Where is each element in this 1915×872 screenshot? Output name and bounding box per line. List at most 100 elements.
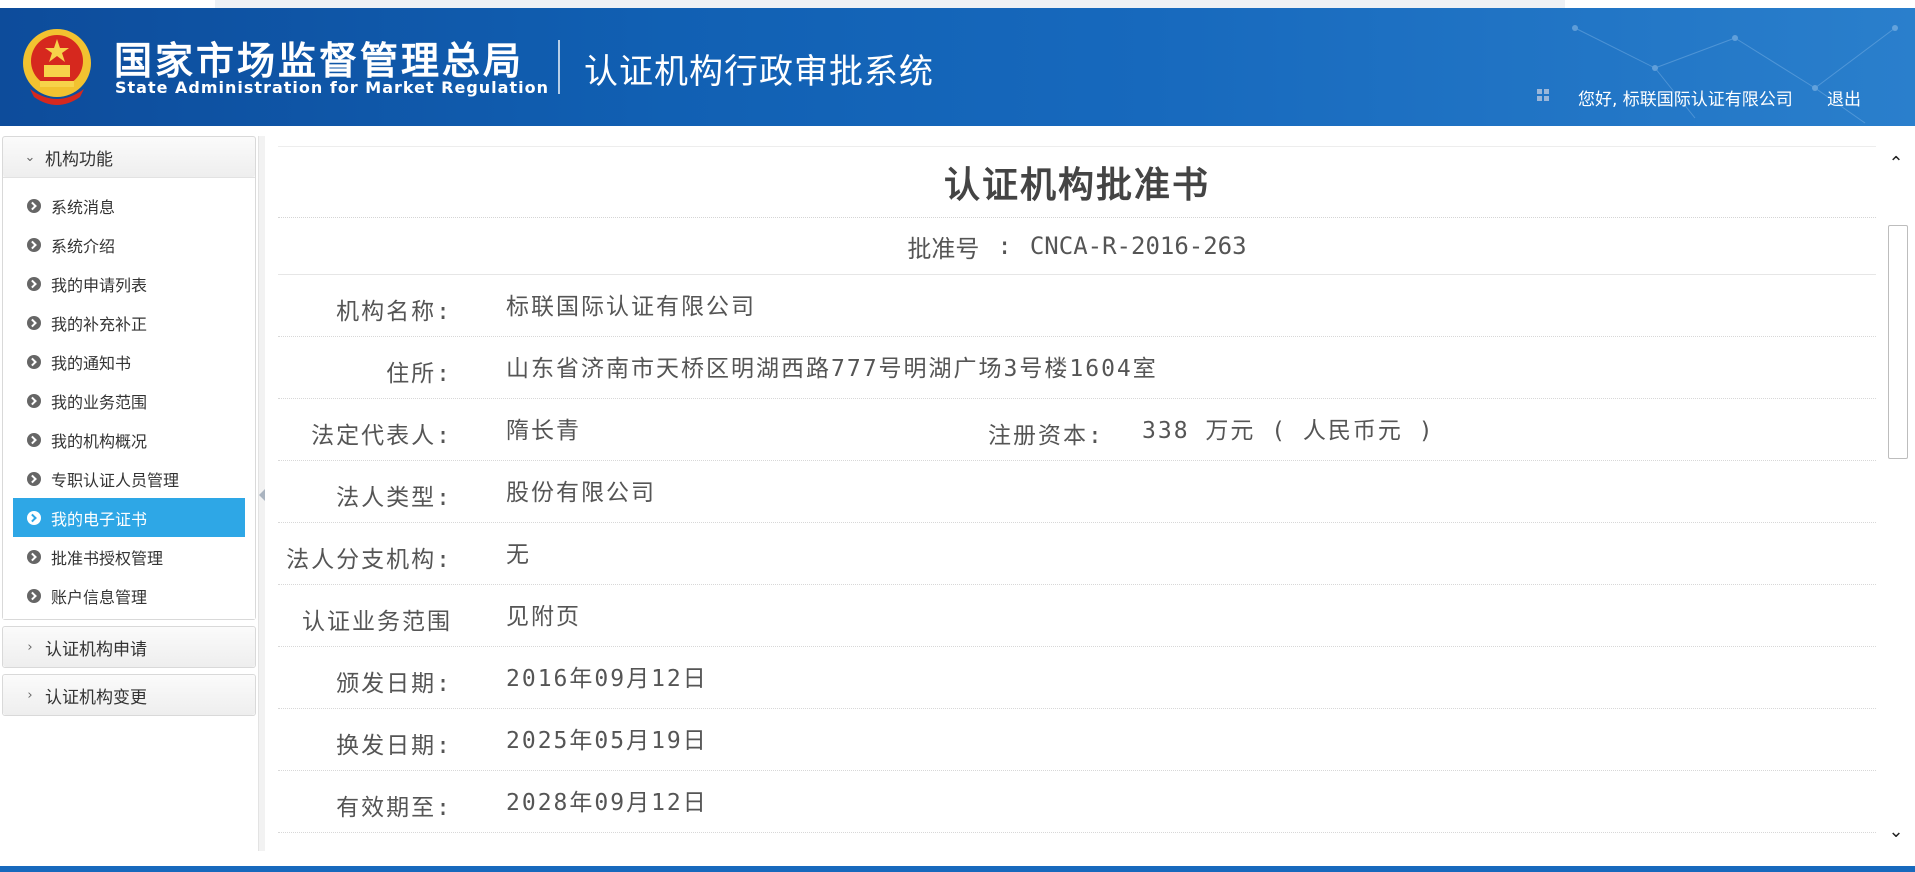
chevron-up-icon: ⌃ — [1888, 152, 1904, 174]
field-value: 股份有限公司 — [506, 480, 656, 506]
field-label: 注册资本: — [988, 423, 1104, 449]
certificate-panel: 认证机构批准书 批准号 : CNCA-R-2016-263 机构名称: 标联国际… — [278, 146, 1876, 856]
sidebar-item-label: 我的通知书 — [51, 353, 132, 373]
field-value: 标联国际认证有限公司 — [506, 294, 756, 320]
sidebar-item-label: 批准书授权管理 — [51, 548, 164, 568]
field-label: 认证业务范围 — [302, 609, 452, 635]
field-row-branches: 法人分支机构: 无 — [278, 523, 1876, 585]
chevron-down-icon: ⌄ — [24, 149, 36, 165]
sidebar-group-institution: ⌄ 机构功能 系统消息 系统介绍 我的申请列表 我的补充补正 我的通知书 我的业… — [2, 136, 256, 620]
arrow-circle-icon — [27, 510, 41, 525]
sidebar-item-label: 我的补充补正 — [51, 314, 148, 334]
sidebar-item-label: 我的业务范围 — [51, 392, 148, 412]
sidebar-item-messages[interactable]: 系统消息 — [13, 186, 245, 225]
approval-number-value: CNCA-R-2016-263 — [1029, 232, 1247, 260]
field-row-name: 机构名称: 标联国际认证有限公司 — [278, 275, 1876, 337]
field-value: 无 — [506, 542, 531, 568]
sidebar-menu: 系统消息 系统介绍 我的申请列表 我的补充补正 我的通知书 我的业务范围 我的机… — [3, 177, 255, 619]
field-value: 2025年05月19日 — [506, 728, 708, 754]
grid-icon[interactable] — [1537, 89, 1549, 101]
sidebar-item-account[interactable]: 账户信息管理 — [13, 576, 245, 615]
sidebar-item-business-scope[interactable]: 我的业务范围 — [13, 381, 245, 420]
sidebar-item-applications[interactable]: 我的申请列表 — [13, 264, 245, 303]
arrow-circle-icon — [27, 471, 41, 486]
field-label: 有效期至: — [336, 795, 452, 821]
sidebar-item-overview[interactable]: 我的机构概况 — [13, 420, 245, 459]
scroll-down-button[interactable]: ⌄ — [1885, 820, 1907, 842]
sidebar-item-label: 专职认证人员管理 — [51, 470, 180, 490]
scrollbar-thumb[interactable] — [1888, 225, 1908, 459]
field-label: 法人分支机构: — [286, 547, 452, 573]
sidebar-item-supplements[interactable]: 我的补充补正 — [13, 303, 245, 342]
sidebar-item-staff[interactable]: 专职认证人员管理 — [13, 459, 245, 498]
field-label: 机构名称: — [336, 299, 452, 325]
sidebar-item-label: 账户信息管理 — [51, 587, 148, 607]
arrow-circle-icon — [27, 276, 41, 291]
top-strip — [0, 0, 1915, 8]
chevron-right-icon: › — [27, 687, 33, 703]
sidebar-group-change: › 认证机构变更 — [2, 674, 256, 716]
sidebar-group-label: 认证机构申请 — [45, 639, 147, 660]
brand-name-cn: 国家市场监督管理总局 — [114, 39, 525, 83]
sidebar-item-label: 系统介绍 — [51, 236, 116, 256]
system-title: 认证机构行政审批系统 — [584, 52, 934, 92]
sidebar-item-e-certificate[interactable]: 我的电子证书 — [13, 498, 245, 537]
sidebar-item-label: 我的电子证书 — [51, 509, 148, 529]
approval-number-label: 批准号 — [907, 234, 980, 263]
field-value: 山东省济南市天桥区明湖西路777号明湖广场3号楼1604室 — [506, 356, 1158, 382]
field-value: 见附页 — [506, 604, 581, 630]
collapse-arrow-icon[interactable] — [259, 489, 265, 501]
arrow-circle-icon — [27, 432, 41, 447]
brand-name-en: State Administration for Market Regulati… — [115, 78, 549, 97]
sidebar-group-label: 机构功能 — [45, 149, 113, 170]
field-row-address: 住所: 山东省济南市天桥区明湖西路777号明湖广场3号楼1604室 — [278, 337, 1876, 399]
top-strip-bar — [215, 0, 1565, 8]
arrow-circle-icon — [27, 315, 41, 330]
arrow-circle-icon — [27, 237, 41, 252]
scroll-up-button[interactable]: ⌃ — [1885, 152, 1907, 174]
app-header: 国家市场监督管理总局 State Administration for Mark… — [0, 8, 1915, 126]
chevron-right-icon: › — [27, 639, 33, 655]
field-value: 隋长青 — [506, 418, 581, 444]
chevron-down-icon: ⌄ — [1888, 820, 1904, 842]
sidebar-item-authorization[interactable]: 批准书授权管理 — [13, 537, 245, 576]
national-emblem-icon — [23, 29, 91, 105]
field-row-scope: 认证业务范围 见附页 — [278, 585, 1876, 647]
sidebar-item-intro[interactable]: 系统介绍 — [13, 225, 245, 264]
field-label: 法人类型: — [336, 485, 452, 511]
arrow-circle-icon — [27, 354, 41, 369]
field-row-issue-date: 颁发日期: 2016年09月12日 — [278, 647, 1876, 709]
field-row-expire-date: 有效期至: 2028年09月12日 — [278, 771, 1876, 833]
field-label: 换发日期: — [336, 733, 452, 759]
field-value: 2028年09月12日 — [506, 790, 708, 816]
arrow-circle-icon — [27, 198, 41, 213]
arrow-circle-icon — [27, 393, 41, 408]
field-label: 颁发日期: — [336, 671, 452, 697]
sidebar-item-notices[interactable]: 我的通知书 — [13, 342, 245, 381]
approval-number-separator: : — [997, 232, 1012, 260]
field-label: 法定代表人: — [311, 423, 452, 449]
bottom-border — [0, 866, 1915, 872]
sidebar-item-label: 我的申请列表 — [51, 275, 148, 295]
field-value: 2016年09月12日 — [506, 666, 708, 692]
sidebar-group-label: 认证机构变更 — [45, 687, 147, 708]
sidebar-group-header[interactable]: › 认证机构变更 — [3, 675, 255, 715]
field-row-renew-date: 换发日期: 2025年05月19日 — [278, 709, 1876, 771]
field-value: 338 万元 ( 人民币元 ) — [1142, 418, 1435, 444]
approval-number: 批准号 : CNCA-R-2016-263 — [278, 218, 1876, 275]
logout-link[interactable]: 退出 — [1827, 85, 1861, 110]
sidebar-item-label: 我的机构概况 — [51, 431, 148, 451]
field-row-entity-type: 法人类型: 股份有限公司 — [278, 461, 1876, 523]
certificate-title: 认证机构批准书 — [278, 146, 1876, 218]
header-divider — [558, 40, 560, 94]
field-label: 住所: — [386, 361, 452, 387]
sidebar-item-label: 系统消息 — [51, 197, 116, 217]
sidebar: ⌄ 机构功能 系统消息 系统介绍 我的申请列表 我的补充补正 我的通知书 我的业… — [0, 136, 258, 851]
sidebar-group-header[interactable]: ⌄ 机构功能 — [3, 137, 255, 177]
sidebar-group-apply: › 认证机构申请 — [2, 626, 256, 668]
arrow-circle-icon — [27, 549, 41, 564]
arrow-circle-icon — [27, 588, 41, 603]
user-greeting: 您好, 标联国际认证有限公司 — [1578, 90, 1793, 110]
sidebar-group-header[interactable]: › 认证机构申请 — [3, 627, 255, 667]
field-row-legal-rep: 法定代表人: 隋长青 注册资本: 338 万元 ( 人民币元 ) — [278, 399, 1876, 461]
